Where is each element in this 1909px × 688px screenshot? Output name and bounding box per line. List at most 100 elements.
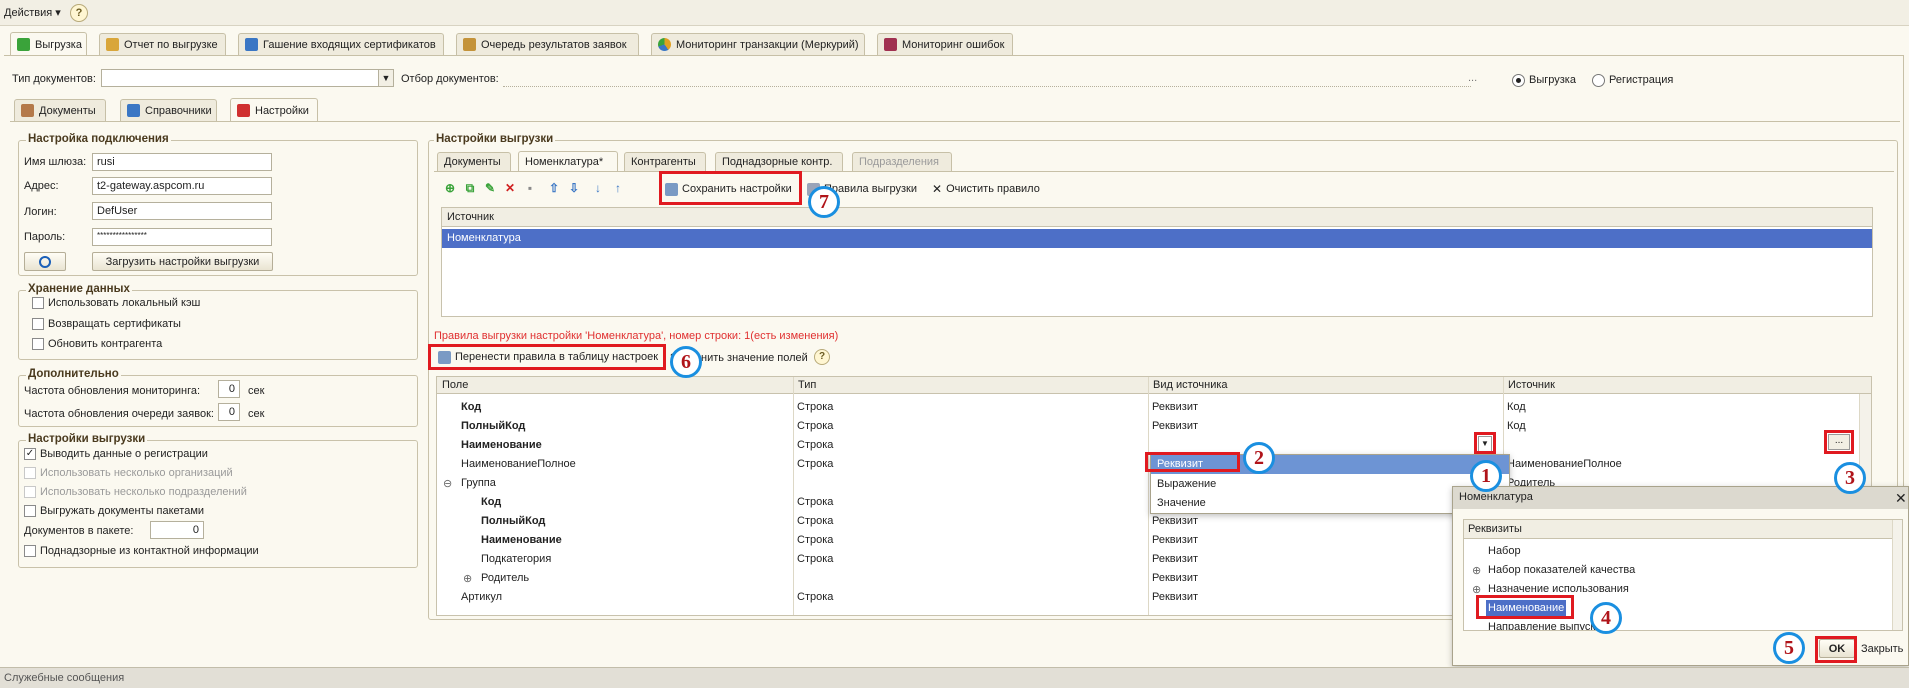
cell-type: Строка — [797, 420, 834, 432]
subtab-strip-line — [10, 121, 1900, 122]
subtab-documents[interactable]: Документы — [14, 99, 106, 121]
cell-field: ПолныйКод — [461, 420, 526, 432]
edit-icon[interactable]: ✎ — [482, 180, 498, 196]
list-item[interactable]: Направление выпуска — [1464, 618, 1902, 630]
cell-kind: Реквизит — [1152, 553, 1198, 565]
radio-export[interactable] — [1512, 74, 1525, 87]
certificate-icon — [245, 38, 258, 51]
highlight-ellipsis — [1824, 430, 1854, 454]
status-bar: Служебные сообщения — [0, 667, 1909, 688]
delete-icon[interactable]: ✕ — [502, 180, 518, 196]
tab-mercury-monitoring[interactable]: Мониторинг транзакции (Меркурий) — [651, 33, 865, 55]
rtab-documents[interactable]: Документы — [437, 152, 511, 171]
expand-icon[interactable]: ⊕ — [463, 572, 472, 585]
multi-dept-label: Использовать несколько подразделений — [40, 486, 247, 498]
tab-label: Настройки — [255, 104, 309, 117]
actions-menu[interactable]: Действия ▾ — [4, 6, 61, 19]
multi-dept-checkbox[interactable] — [24, 486, 36, 498]
update-contractor-checkbox[interactable] — [32, 338, 44, 350]
table-row[interactable]: ПолныйКод Строка Реквизит Код — [437, 417, 1871, 436]
radio-register[interactable] — [1592, 74, 1605, 87]
export-right-title: Настройки выгрузки — [434, 133, 556, 145]
doc-filter-field[interactable] — [503, 69, 1471, 87]
callout-5: 5 — [1773, 632, 1805, 664]
multi-org-checkbox[interactable] — [24, 467, 36, 479]
cell-source: НаименованиеПолное — [1507, 458, 1622, 470]
highlight-dropdown-option — [1145, 452, 1240, 472]
return-certs-checkbox[interactable] — [32, 318, 44, 330]
move-down-icon[interactable]: ⇩ — [566, 180, 582, 196]
export-settings-title: Настройки выгрузки — [26, 433, 148, 445]
help-icon[interactable]: ? — [814, 349, 830, 365]
connect-button[interactable] — [24, 252, 66, 271]
cell-field: Родитель — [481, 572, 530, 584]
batch-export-checkbox[interactable] — [24, 505, 36, 517]
rtab-strip-line — [434, 171, 1894, 172]
address-input[interactable]: t2-gateway.aspcom.ru — [92, 177, 272, 195]
table-row[interactable]: Номенклатура — [442, 229, 1872, 248]
cell-source: Код — [1507, 401, 1526, 413]
cell-kind: Реквизит — [1152, 591, 1198, 603]
show-registration-checkbox[interactable]: ✓ — [24, 448, 36, 460]
highlight-transfer-rules — [428, 344, 666, 370]
sort-asc-icon[interactable]: ↓ — [590, 180, 606, 196]
expand-icon[interactable]: ⊕ — [1472, 564, 1481, 577]
local-cache-checkbox[interactable] — [32, 297, 44, 309]
save-icon[interactable]: ▪ — [522, 180, 538, 196]
supervised-checkbox[interactable] — [24, 545, 36, 557]
cell-field: Артикул — [461, 591, 503, 603]
list-item[interactable]: Набор — [1464, 542, 1902, 561]
supervised-label: Поднадзорные из контактной информации — [40, 545, 259, 557]
list-item[interactable]: ⊕ Набор показателей качества — [1464, 561, 1902, 580]
queue-frequency-input[interactable]: 0 — [218, 403, 240, 421]
add-icon[interactable]: ⊕ — [442, 180, 458, 196]
list-item-label: Набор показателей качества — [1488, 564, 1636, 576]
radio-register-label: Регистрация — [1609, 74, 1674, 86]
tab-export[interactable]: Выгрузка — [10, 32, 87, 56]
menu-bar: Действия ▾ ? — [0, 0, 1909, 26]
highlight-ok-button — [1815, 636, 1857, 663]
close-icon[interactable]: ✕ — [1895, 490, 1907, 507]
chevron-down-icon[interactable]: ▼ — [378, 69, 394, 87]
close-button[interactable]: Закрыть — [1861, 643, 1903, 655]
return-certs-label: Возвращать сертификаты — [48, 318, 181, 330]
clear-rule-button[interactable]: ✕ Очистить правило — [932, 180, 1040, 198]
source-table: Источник Номенклатура — [441, 207, 1873, 317]
rtab-supervised[interactable]: Поднадзорные контр. — [715, 152, 843, 171]
rtab-nomenclature[interactable]: Номенклатура* — [518, 151, 618, 172]
docs-in-package-input[interactable]: 0 — [150, 521, 204, 539]
doc-filter-label: Отбор документов: — [401, 73, 499, 85]
rules-grid-header: Поле Тип Вид источника Источник — [437, 377, 1871, 394]
tab-report[interactable]: Отчет по выгрузке — [99, 33, 226, 55]
help-icon[interactable]: ? — [70, 4, 88, 22]
sort-desc-icon[interactable]: ↑ — [610, 180, 626, 196]
gateway-input[interactable]: rusi — [92, 153, 272, 171]
monitor-frequency-input[interactable]: 0 — [218, 380, 240, 398]
load-settings-button[interactable]: Загрузить настройки выгрузки — [92, 252, 273, 271]
collapse-icon[interactable]: ⊖ — [443, 477, 452, 490]
login-input[interactable]: DefUser — [92, 202, 272, 220]
rtab-departments[interactable]: Подразделения — [852, 152, 952, 171]
tab-queue[interactable]: Очередь результатов заявок — [456, 33, 639, 55]
highlight-dropdown-trigger — [1474, 432, 1496, 454]
move-up-icon[interactable]: ⇧ — [546, 180, 562, 196]
storage-title: Хранение данных — [26, 283, 132, 295]
subtab-references[interactable]: Справочники — [120, 99, 217, 121]
tab-label: Отчет по выгрузке — [124, 38, 218, 51]
tab-certificates[interactable]: Гашение входящих сертификатов — [238, 33, 444, 55]
copy-icon[interactable]: ⧉ — [462, 180, 478, 196]
source-table-header: Источник — [442, 208, 1872, 227]
monitor-unit: сек — [248, 385, 265, 397]
doc-filter-ellipsis[interactable]: ... — [1468, 72, 1477, 84]
callout-7: 7 — [808, 186, 840, 218]
cell-field: Код — [461, 401, 482, 413]
tab-error-monitoring[interactable]: Мониторинг ошибок — [877, 33, 1013, 55]
rtab-contractors[interactable]: Контрагенты — [624, 152, 706, 171]
list-item-label: Назначение использования — [1488, 583, 1629, 595]
doc-type-select[interactable] — [101, 69, 381, 87]
password-input[interactable]: **************** — [92, 228, 272, 246]
service-messages[interactable]: Служебные сообщения — [4, 672, 124, 684]
connection-title: Настройка подключения — [26, 133, 171, 145]
table-row[interactable]: Код Строка Реквизит Код — [437, 398, 1871, 417]
subtab-settings[interactable]: Настройки — [230, 98, 318, 122]
